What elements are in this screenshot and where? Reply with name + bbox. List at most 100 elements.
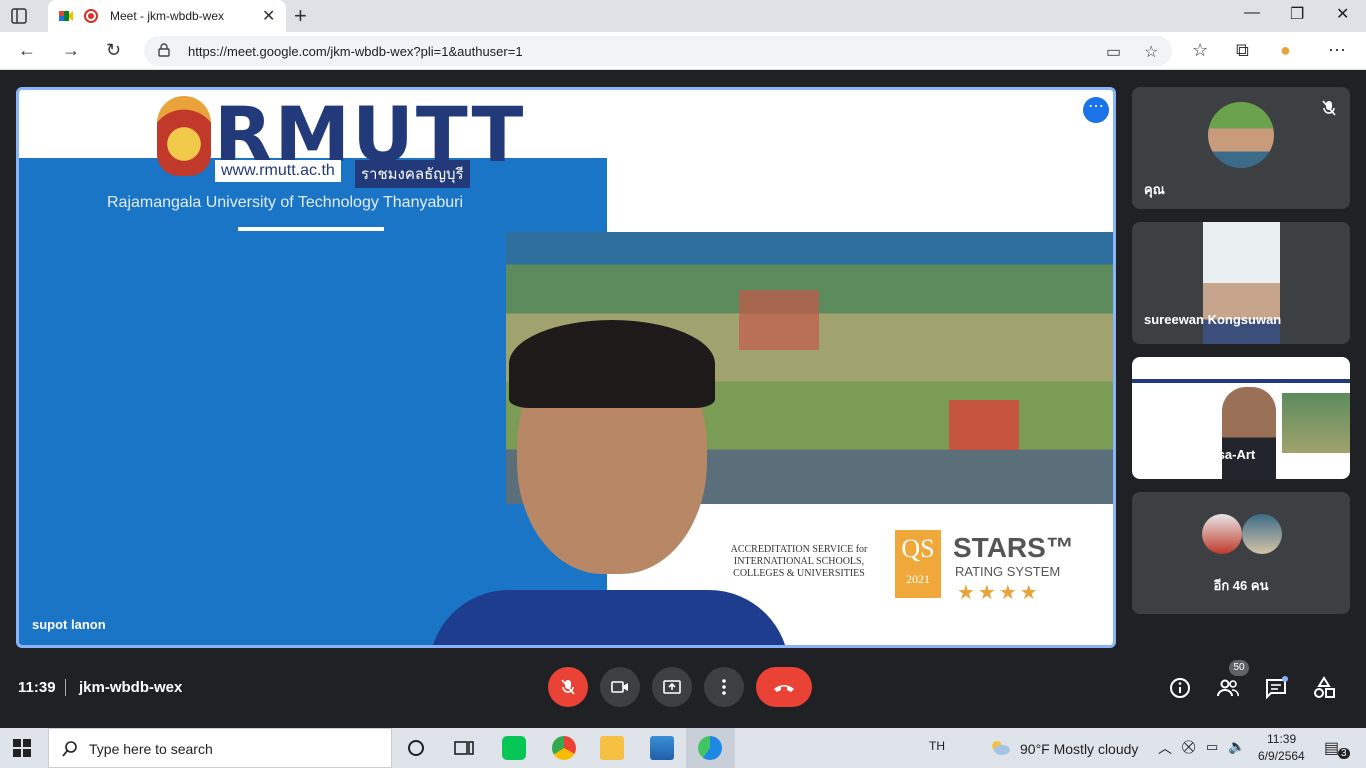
chevron-up-icon[interactable]: ︿ [1158,738,1172,758]
present-screen-button[interactable] [652,667,692,707]
participant-name: sureewan Kongsuwan [1144,312,1282,327]
profile-icon[interactable]: ● [1280,40,1291,61]
more-vert-icon [722,679,726,695]
participant-tile-others[interactable]: อีก 46 คน [1132,492,1350,614]
address-bar[interactable]: https://meet.google.com/jkm-wbdb-wex?pli… [144,36,1172,66]
weather-cloud-icon [992,741,1010,755]
task-view-icon[interactable] [452,736,476,760]
language-indicator[interactable]: TH [929,739,945,753]
edge-app-icon [698,736,722,760]
university-seal-logo [157,96,211,176]
participant-name: คุณ [1144,182,1165,197]
participant-name: Sommai Pivsa-Art [1144,447,1256,462]
taskbar-search-box[interactable]: Type here to search [48,728,392,768]
leave-call-button[interactable] [756,667,812,707]
avatar [1202,514,1242,554]
qs-logo: QS 2021 [895,530,941,598]
participant-tile-self[interactable]: คุณ [1132,87,1350,209]
mic-off-icon [561,679,575,695]
campus-building [739,290,819,350]
back-button[interactable]: ← [18,40,36,61]
presenter-shirt [429,590,789,645]
people-count-badge: 50 [1229,660,1249,676]
volume-icon[interactable]: 🔈 [1228,738,1245,755]
avatar [1242,514,1282,554]
participant-video [1222,387,1276,479]
chrome-app-icon[interactable] [552,736,576,760]
camera-toggle-button[interactable] [600,667,640,707]
search-icon [62,741,77,757]
others-count: อีก 46 คน [1213,578,1269,593]
favorites-icon[interactable]: ☆ [1192,40,1208,61]
edge-taskbar-active[interactable] [686,728,735,768]
weather-text[interactable]: 90°F Mostly cloudy [1020,741,1138,757]
line-app-icon[interactable] [502,736,526,760]
main-presentation-tile[interactable]: RMUTT www.rmutt.ac.th ราชมงคลธัญบุรี Raj… [16,87,1116,648]
slide-university-name: Rajamangala University of Technology Tha… [107,194,464,211]
search-placeholder: Type here to search [89,741,213,757]
meeting-code: jkm-wbdb-wex [79,679,183,696]
participant-slide-image [1282,393,1350,453]
presenter-hair [509,320,715,408]
meeting-details-icon[interactable] [1168,676,1192,700]
windows-start-icon[interactable] [12,738,32,758]
browser-tab-bar: Meet - jkm-wbdb-wex ✕ + — ❐ ✕ [0,0,1366,32]
slide-site: www.rmutt.ac.th [215,160,341,182]
tab-actions-icon[interactable] [10,7,28,25]
more-options-button[interactable]: ⋯ [1083,97,1109,123]
avatar [1208,102,1274,168]
battery-icon[interactable]: ▭ [1206,739,1218,755]
camera-icon [611,681,628,693]
divider [65,679,66,696]
notification-icon[interactable]: ▤ [1324,738,1339,758]
meet-favicon-icon [59,11,73,21]
more-options-button[interactable] [704,667,744,707]
close-window-button[interactable]: ✕ [1336,4,1349,24]
camera-in-use-icon[interactable]: ▭ [1106,42,1121,62]
browser-nav-bar: ← → ↻ https://meet.google.com/jkm-wbdb-w… [0,32,1366,70]
clock-date[interactable]: 6/9/2564 [1258,749,1305,763]
settings-more-icon[interactable]: ⋯ [1328,40,1346,61]
people-icon[interactable] [1216,676,1240,700]
meeting-time: 11:39 [18,679,56,696]
windows-taskbar: Type here to search TH 90°F Mostly cloud… [0,728,1366,768]
stars-title: STARS™ [953,532,1074,563]
participant-tile[interactable]: Sommai Pivsa-Art [1132,357,1350,479]
tab-title: Meet - jkm-wbdb-wex [110,9,225,23]
file-explorer-icon[interactable] [600,736,624,760]
participant-tile[interactable]: sureewan Kongsuwan [1132,222,1350,344]
hang-up-icon [774,685,794,692]
campus-building [949,400,1019,450]
url-text: https://meet.google.com/jkm-wbdb-wex?pli… [188,44,523,59]
cortana-icon[interactable] [404,736,428,760]
qs-year: 2021 [906,572,930,586]
chat-icon[interactable] [1264,676,1288,700]
slide-underline [238,227,384,231]
stars-subtitle: RATING SYSTEM [955,564,1061,579]
collections-icon[interactable]: ⧉ [1236,40,1249,61]
browser-tab-meet[interactable]: Meet - jkm-wbdb-wex ✕ [48,0,286,32]
present-icon [663,680,681,694]
add-favorite-icon[interactable]: ☆ [1144,42,1158,62]
slide-site-thai: ราชมงคลธัญบุรี [355,160,470,188]
notification-count: 3 [1338,748,1350,759]
clock-time[interactable]: 11:39 [1267,732,1296,746]
minimize-button[interactable]: — [1244,4,1260,22]
qs-text: QS [901,534,935,563]
recording-indicator-icon [84,9,98,23]
mic-off-icon [1322,100,1336,116]
mic-toggle-button[interactable] [548,667,588,707]
stars-rating: ★★★★ [957,582,1041,604]
new-tab-button[interactable]: + [294,3,307,29]
forward-button[interactable]: → [62,40,80,61]
participant-slide-bar [1132,379,1350,383]
lock-icon [158,43,170,57]
reload-button[interactable]: ↻ [106,40,121,61]
close-tab-icon[interactable]: ✕ [262,6,275,26]
restore-button[interactable]: ❐ [1290,4,1304,24]
slide-accreditation: ACCREDITATION SERVICE for INTERNATIONAL … [730,544,868,579]
photos-app-icon[interactable] [650,736,674,760]
presenter-name: supot lanon [32,617,106,632]
activities-icon[interactable] [1312,676,1336,700]
network-icon[interactable]: ⛒ [1182,739,1195,755]
